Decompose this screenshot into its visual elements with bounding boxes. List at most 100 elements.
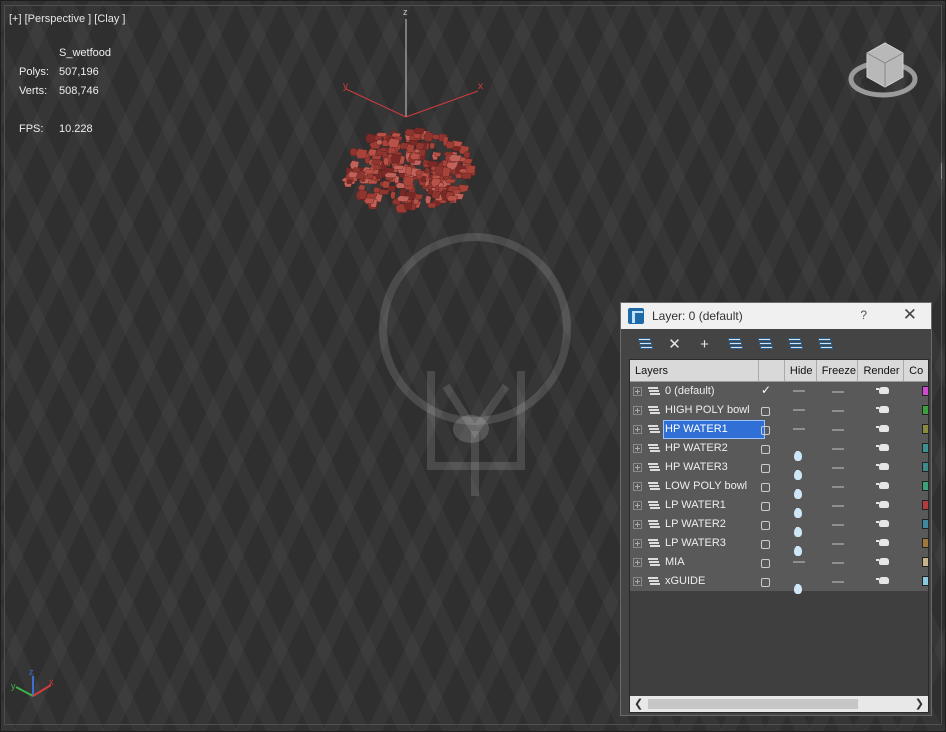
layer-name[interactable]: HP WATER1 — [663, 420, 765, 439]
expand-icon[interactable] — [633, 387, 642, 396]
freeze-toggle-dash-icon[interactable] — [832, 538, 844, 545]
close-button[interactable]: ✕ — [903, 305, 917, 325]
freeze-toggle-dash-icon[interactable] — [832, 519, 844, 526]
layer-row[interactable]: HP WATER3 — [630, 458, 928, 480]
hide-toggle-dash-icon[interactable] — [793, 423, 805, 435]
hide-toggle-bulb-icon[interactable] — [793, 461, 805, 480]
layer-name[interactable]: HIGH POLY bowl — [664, 402, 764, 419]
layer-name[interactable]: HP WATER2 — [664, 440, 764, 457]
highlight-layer-icon[interactable] — [755, 335, 774, 354]
render-teapot-icon[interactable] — [876, 442, 891, 451]
layer-row[interactable]: HP WATER2 — [630, 439, 928, 461]
layer-name[interactable]: xGUIDE — [664, 573, 764, 590]
layer-row[interactable]: LOW POLY bowl — [630, 477, 928, 499]
expand-icon[interactable] — [633, 501, 642, 510]
expand-icon[interactable] — [633, 520, 642, 529]
viewcube-icon[interactable] — [848, 42, 918, 98]
hide-toggle-dash-icon[interactable] — [793, 385, 805, 397]
layer-color-swatch[interactable] — [922, 443, 928, 453]
freeze-toggle-dash-icon[interactable] — [832, 443, 844, 450]
help-button[interactable]: ? — [860, 308, 867, 322]
viewport-edge-handle[interactable] — [941, 163, 945, 179]
layer-color-swatch[interactable] — [922, 557, 928, 567]
hide-toggle-bulb-icon[interactable] — [793, 537, 805, 556]
horizontal-scrollbar[interactable]: ❮ ❯ — [630, 696, 928, 712]
render-teapot-icon[interactable] — [876, 518, 891, 527]
freeze-toggle-dash-icon[interactable] — [832, 557, 844, 564]
layer-name[interactable]: 0 (default) — [664, 383, 764, 400]
layer-name[interactable]: LOW POLY bowl — [664, 478, 764, 495]
set-current-checkbox[interactable] — [761, 445, 770, 454]
freeze-toggle-dash-icon[interactable] — [832, 481, 844, 488]
layer-row[interactable]: LP WATER3 — [630, 534, 928, 556]
expand-icon[interactable] — [633, 463, 642, 472]
add-to-layer-icon[interactable]: + — [695, 335, 714, 354]
expand-icon[interactable] — [633, 577, 642, 586]
render-teapot-icon[interactable] — [876, 404, 891, 413]
layer-name[interactable]: LP WATER2 — [664, 516, 764, 533]
column-layers[interactable]: Layers — [630, 360, 760, 381]
layer-color-swatch[interactable] — [922, 500, 928, 510]
render-teapot-icon[interactable] — [876, 461, 891, 470]
set-current-checkbox[interactable] — [761, 578, 770, 587]
select-objects-icon[interactable] — [725, 335, 744, 354]
render-teapot-icon[interactable] — [876, 556, 891, 565]
layer-color-swatch[interactable] — [922, 538, 928, 548]
layer-color-swatch[interactable] — [922, 405, 928, 415]
render-teapot-icon[interactable] — [876, 385, 891, 394]
layer-row[interactable]: HIGH POLY bowl — [630, 401, 928, 420]
render-teapot-icon[interactable] — [876, 499, 891, 508]
hide-toggle-bulb-icon[interactable] — [793, 442, 805, 461]
set-current-checkbox[interactable] — [761, 521, 770, 530]
scroll-left-icon[interactable]: ❮ — [634, 697, 643, 710]
freeze-toggle-dash-icon[interactable] — [832, 462, 844, 469]
freeze-toggle-dash-icon[interactable] — [832, 424, 844, 431]
freeze-toggle-dash-icon[interactable] — [832, 576, 844, 583]
hide-toggle-bulb-icon[interactable] — [793, 575, 805, 594]
hide-toggle-bulb-icon[interactable] — [793, 499, 805, 518]
expand-icon[interactable] — [633, 425, 642, 434]
column-hide[interactable]: Hide — [785, 360, 817, 381]
wetfood-mesh[interactable] — [341, 127, 477, 213]
viewport-label[interactable]: [+] [Perspective ] [Clay ] — [9, 13, 125, 25]
layer-color-swatch[interactable] — [922, 386, 928, 396]
expand-icon[interactable] — [633, 406, 642, 415]
hide-toggle-dash-icon[interactable] — [793, 556, 805, 568]
set-current-checkbox[interactable] — [761, 540, 770, 549]
layer-row[interactable]: LP WATER1 — [630, 496, 928, 518]
layer-color-swatch[interactable] — [922, 462, 928, 472]
column-color[interactable]: Co — [904, 360, 928, 381]
column-current[interactable] — [759, 360, 785, 381]
set-current-checkbox[interactable] — [761, 464, 770, 473]
expand-icon[interactable] — [633, 539, 642, 548]
expand-icon[interactable] — [633, 482, 642, 491]
render-teapot-icon[interactable] — [876, 537, 891, 546]
layer-name[interactable]: MIA — [664, 554, 764, 571]
scroll-right-icon[interactable]: ❯ — [915, 697, 924, 710]
freeze-toggle-dash-icon[interactable] — [832, 500, 844, 507]
column-render[interactable]: Render — [858, 360, 905, 381]
set-current-checkbox[interactable] — [761, 426, 770, 435]
layer-row[interactable]: MIA — [630, 553, 928, 572]
set-current-checkbox[interactable] — [761, 407, 770, 416]
hide-toggle-bulb-icon[interactable] — [793, 480, 805, 499]
freeze-all-icon[interactable] — [815, 335, 834, 354]
layer-color-swatch[interactable] — [922, 519, 928, 529]
layer-name[interactable]: HP WATER3 — [664, 459, 764, 476]
delete-layer-icon[interactable]: ✕ — [665, 335, 684, 354]
layer-color-swatch[interactable] — [922, 576, 928, 586]
render-teapot-icon[interactable] — [876, 575, 891, 584]
scroll-thumb[interactable] — [648, 699, 858, 709]
layer-explorer-dialog[interactable]: Layer: 0 (default) ? ✕ ✕ + Layers Hide F… — [620, 302, 932, 716]
column-freeze[interactable]: Freeze — [817, 360, 859, 381]
layer-color-swatch[interactable] — [922, 424, 928, 434]
layer-list[interactable]: Layers Hide Freeze Render Co 0 (default)… — [629, 359, 929, 713]
layer-name[interactable]: LP WATER1 — [664, 497, 764, 514]
layer-color-swatch[interactable] — [922, 481, 928, 491]
current-layer-check-icon[interactable]: ✓ — [761, 383, 773, 397]
layer-name[interactable]: LP WATER3 — [664, 535, 764, 552]
freeze-toggle-dash-icon[interactable] — [832, 386, 844, 393]
set-current-checkbox[interactable] — [761, 559, 770, 568]
freeze-toggle-dash-icon[interactable] — [832, 405, 844, 412]
set-current-checkbox[interactable] — [761, 502, 770, 511]
